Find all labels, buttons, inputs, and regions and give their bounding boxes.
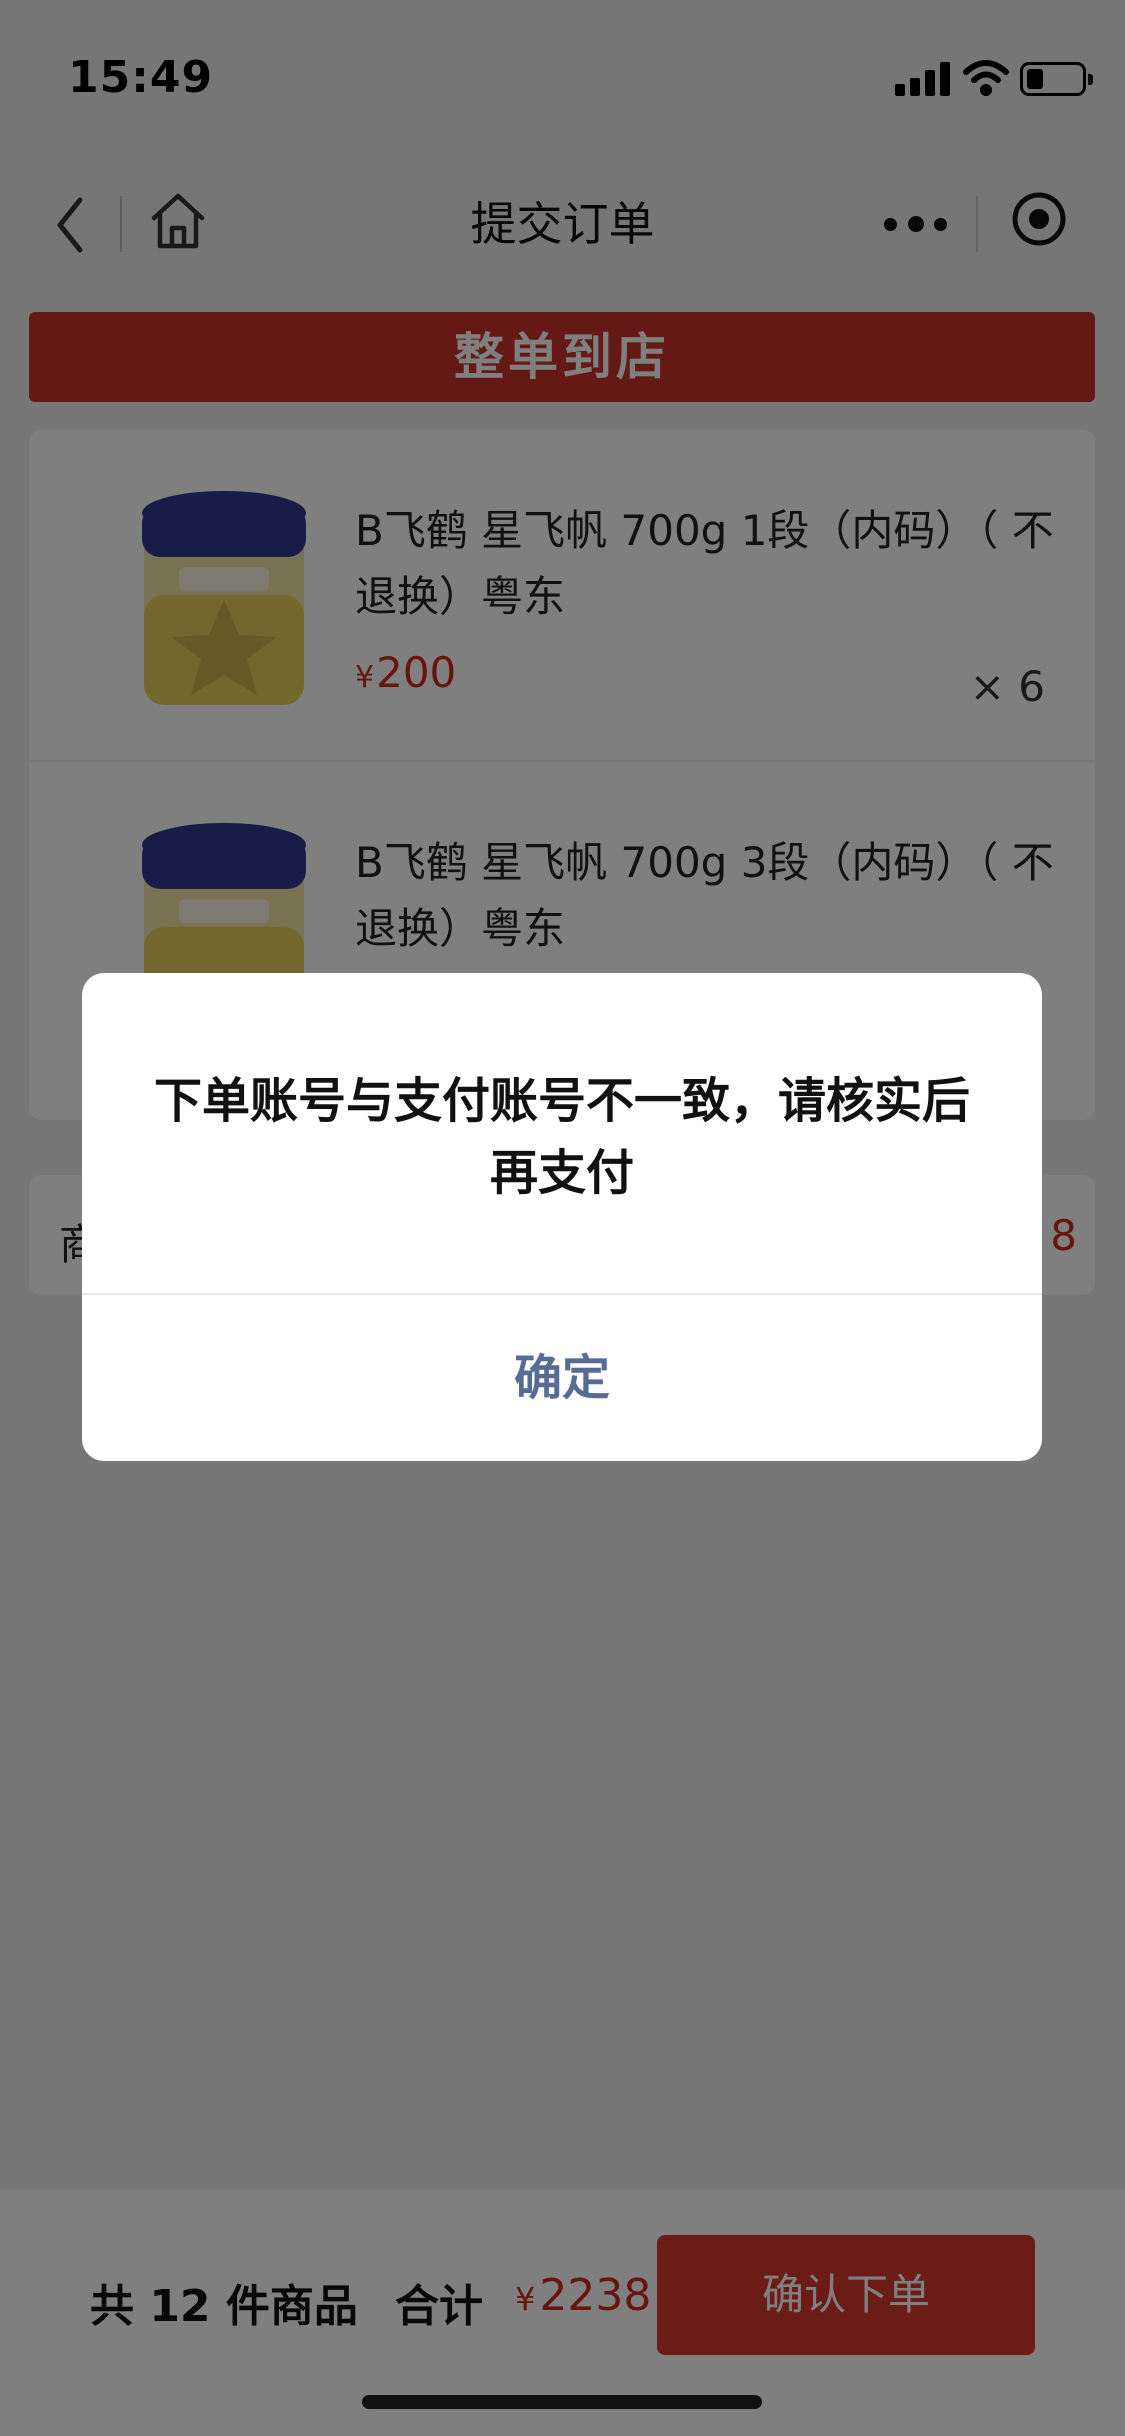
dialog-confirm-button[interactable]: 确定	[82, 1295, 1042, 1461]
alert-dialog: 下单账号与支付账号不一致，请核实后再支付 确定	[82, 973, 1042, 1461]
dialog-message: 下单账号与支付账号不一致，请核实后再支付	[153, 1073, 970, 1201]
home-indicator	[362, 2395, 762, 2409]
